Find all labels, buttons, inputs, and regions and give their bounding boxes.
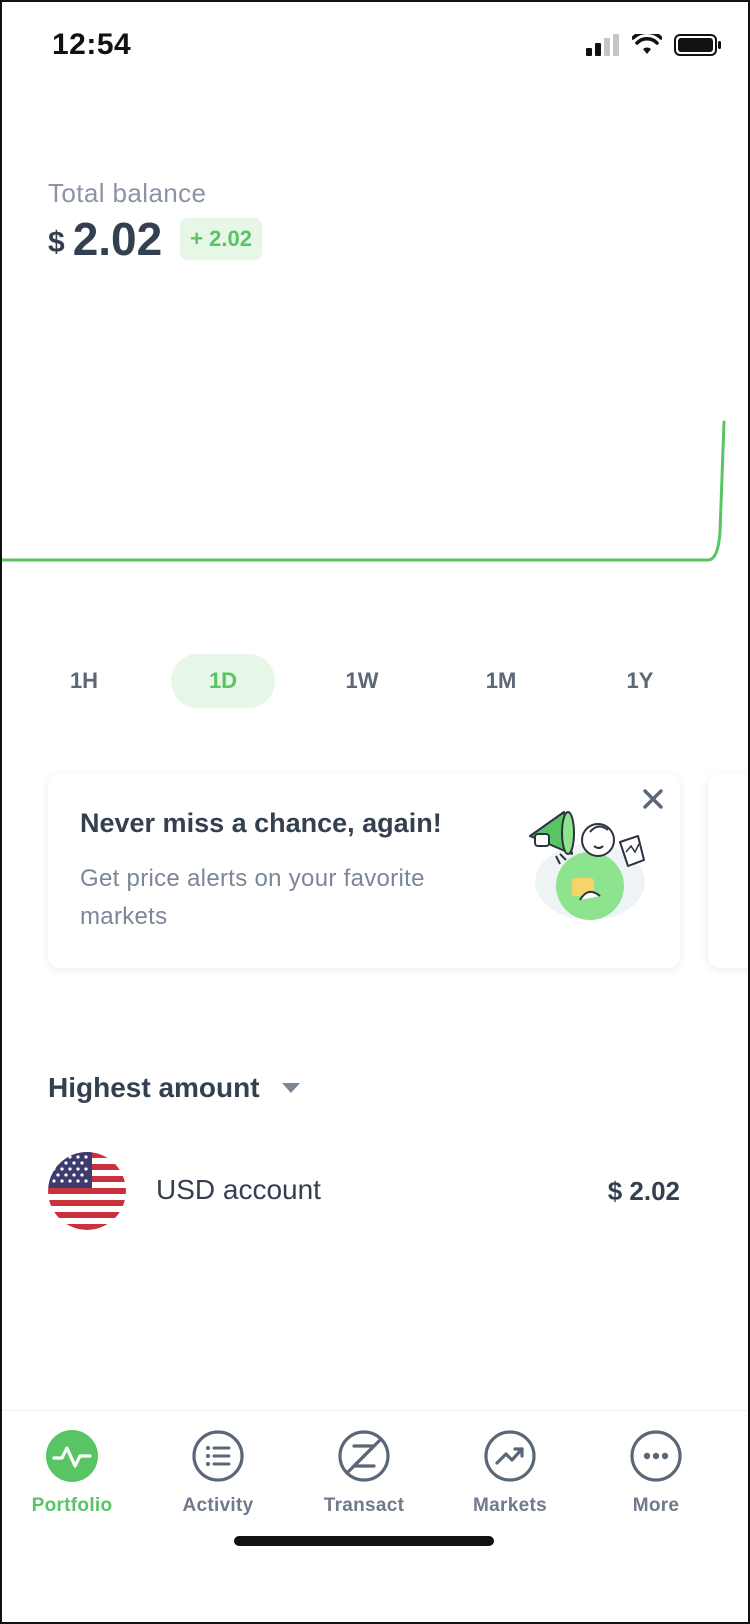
us-flag-icon [48, 1152, 126, 1230]
home-indicator[interactable] [234, 1536, 494, 1546]
balance-chart-line [2, 420, 726, 562]
status-time: 12:54 [52, 28, 132, 61]
next-promo-card-peek[interactable] [708, 774, 748, 968]
promo-title: Never miss a chance, again! [80, 808, 442, 838]
portfolio-pulse-icon [46, 1430, 98, 1482]
account-name: USD account [156, 1174, 321, 1205]
status-icons [586, 34, 722, 56]
battery-icon [674, 34, 721, 56]
balance-row: $ 2.02 + 2.02 [48, 212, 262, 266]
nav-item-transact[interactable]: Transact [294, 1429, 434, 1517]
nav-item-portfolio[interactable]: Portfolio [2, 1429, 142, 1517]
currency-sign: $ [48, 226, 65, 259]
close-icon[interactable] [636, 782, 670, 816]
price-alerts-promo-card[interactable]: Never miss a chance, again! Get price al… [48, 774, 680, 968]
transact-icon [338, 1430, 390, 1482]
app-screen: 12:54 Total balance $ 2.02 + 2.02 1H 1D … [0, 0, 750, 1624]
status-bar: 12:54 [2, 2, 748, 92]
nav-label-more: More [632, 1495, 680, 1516]
bottom-navigation: Portfolio Activity Transact Markets More [2, 1410, 748, 1622]
time-range-1w[interactable]: 1W [310, 654, 414, 708]
balance-chart[interactable] [2, 382, 748, 582]
account-amount: $ 2.02 [607, 1176, 680, 1206]
time-range-1h[interactable]: 1H [32, 654, 136, 708]
more-dots-icon [630, 1430, 682, 1482]
promo-text: Get price alerts on your favorite market… [80, 865, 425, 930]
cellular-signal-icon [586, 34, 619, 56]
time-range-1m[interactable]: 1M [449, 654, 553, 708]
nav-item-markets[interactable]: Markets [440, 1429, 580, 1517]
balance-change-badge: + 2.02 [180, 218, 262, 260]
activity-list-icon [192, 1430, 244, 1482]
nav-item-more[interactable]: More [586, 1429, 726, 1517]
nav-item-activity[interactable]: Activity [148, 1429, 288, 1517]
total-balance-label: Total balance [48, 178, 207, 208]
nav-label-transact: Transact [323, 1495, 405, 1516]
chevron-down-icon [281, 1083, 300, 1093]
nav-label-portfolio: Portfolio [31, 1495, 113, 1516]
time-range-1d[interactable]: 1D [171, 654, 275, 708]
balance-amount: 2.02 [72, 213, 163, 265]
sort-dropdown[interactable]: Highest amount [48, 1072, 300, 1104]
sort-label: Highest amount [48, 1072, 260, 1103]
wifi-icon [632, 34, 662, 54]
nav-label-markets: Markets [473, 1495, 547, 1516]
markets-trend-icon [484, 1430, 536, 1482]
megaphone-person-illustration [529, 811, 645, 920]
nav-label-activity: Activity [182, 1495, 254, 1516]
account-row-usd[interactable]: USD account $ 2.02 [48, 1152, 680, 1232]
time-range-1y[interactable]: 1Y [588, 654, 692, 708]
time-range-selector: 1H 1D 1W 1M 1Y [32, 654, 692, 710]
